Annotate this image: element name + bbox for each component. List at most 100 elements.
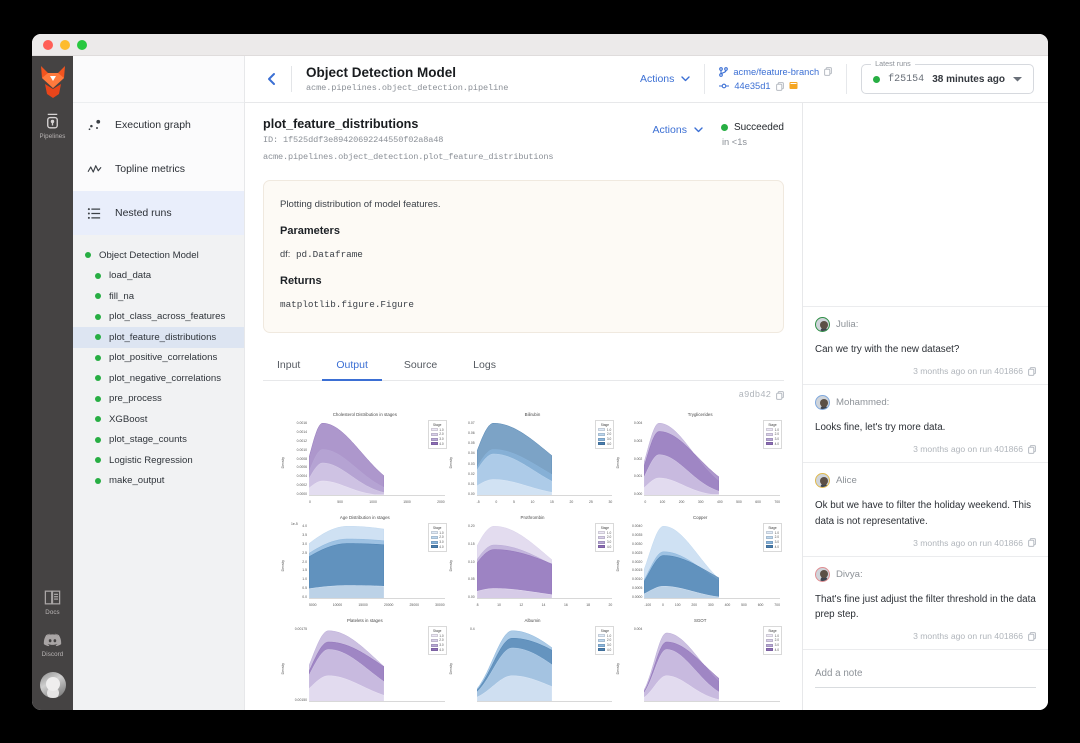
tab-logs[interactable]: Logs — [459, 359, 510, 380]
chevron-left-icon — [266, 72, 278, 86]
run-header: plot_feature_distributions ID: 1f525ddf3… — [263, 117, 784, 162]
chart-legend-title: Stage — [431, 629, 444, 634]
chart-legend-item: 4.0 — [766, 648, 779, 653]
git-branch-row[interactable]: acme/feature-branch — [719, 67, 832, 77]
status-badge: Succeeded in <1s — [721, 122, 784, 147]
topbar-divider-3 — [846, 64, 847, 94]
copy-run-icon[interactable] — [1028, 632, 1036, 641]
legend-swatch — [598, 536, 605, 539]
chart-panel-title: Cholesterol Distribution in stages — [281, 410, 449, 419]
tree-item[interactable]: Object Detection Model — [73, 245, 244, 266]
tree-item[interactable]: plot_stage_counts — [73, 430, 244, 451]
rail-item-docs[interactable]: Docs — [32, 588, 73, 616]
chart-y-ticks: 0.200.150.100.050.00 — [456, 522, 477, 610]
y-tick-label: 0.003 — [623, 439, 642, 443]
y-tick-label: 0.0005 — [623, 586, 642, 590]
rail-item-pipelines[interactable]: Pipelines — [32, 112, 73, 140]
y-tick-label: 2.0 — [288, 560, 307, 564]
latest-runs-selector[interactable]: Latest runs f25154 38 minutes ago — [861, 64, 1034, 94]
legend-label: 4.0 — [439, 648, 443, 653]
y-tick-label: 0.02 — [456, 472, 475, 476]
copy-commit-icon[interactable] — [776, 82, 784, 91]
page-subtitle: acme.pipelines.object_detection.pipeline — [306, 83, 508, 93]
x-tick-label: 300 — [708, 603, 714, 607]
figure-grid: Cholesterol Distribution in stages Densit… — [281, 410, 784, 710]
sidebar-item-execution-graph[interactable]: Execution graph — [73, 103, 244, 147]
comment-timestamp: 3 months ago on run 401866 — [913, 631, 1023, 641]
chart-panel-title: Bilirubin — [449, 410, 617, 419]
chart-x-ticks: 50001000015000200002500030000 — [309, 603, 445, 607]
sidebar-item-topline-metrics[interactable]: Topline metrics — [73, 147, 244, 191]
tree-item[interactable]: plot_positive_correlations — [73, 348, 244, 369]
status-label: Succeeded — [734, 122, 784, 133]
x-tick-label: 500 — [741, 603, 747, 607]
chart-plot-area: -5051015202530Stage1.02.03.04.0 — [477, 419, 617, 507]
doc-parameter-type: pd.Dataframe — [296, 249, 363, 260]
close-icon[interactable] — [43, 40, 53, 50]
avatar — [815, 567, 830, 582]
tree-item[interactable]: plot_feature_distributions — [73, 327, 244, 348]
chart-panel-title: Platelets in stages — [281, 616, 449, 625]
legend-swatch — [766, 545, 773, 548]
tree-item[interactable]: pre_process — [73, 389, 244, 410]
comment-header: Julia: — [815, 317, 1036, 332]
tree-item[interactable]: make_output — [73, 471, 244, 492]
tab-input[interactable]: Input — [263, 359, 314, 380]
avatar — [815, 317, 830, 332]
chart-legend-title: Stage — [766, 526, 779, 531]
chart-panel: AlbuminDensity0.4Stage1.02.03.04.0 — [449, 616, 617, 710]
add-note-input[interactable] — [815, 668, 1036, 688]
x-tick-label: 20 — [609, 603, 613, 607]
copy-run-icon[interactable] — [1028, 538, 1036, 547]
chart-panel-title: Tryglicerides — [616, 410, 784, 419]
chart-x-axis — [644, 495, 780, 496]
comment-list: Julia:Can we try with the new dataset?3 … — [803, 306, 1048, 649]
copy-run-icon[interactable] — [1028, 367, 1036, 376]
chart-panel-title: SGOT — [616, 616, 784, 625]
y-tick-label: 0.05 — [456, 577, 475, 581]
legend-label: 4.0 — [439, 442, 443, 447]
x-tick-label: -5 — [477, 500, 480, 504]
app-window: Pipelines Docs — [32, 34, 1048, 710]
tree-item[interactable]: Logistic Regression — [73, 450, 244, 471]
y-tick-label: 0.0000 — [288, 492, 307, 496]
tree-item[interactable]: fill_na — [73, 286, 244, 307]
output-figure: Cholesterol Distribution in stages Densit… — [263, 410, 784, 710]
run-actions-button[interactable]: Actions — [653, 124, 703, 136]
tree-item-label: XGBoost — [109, 414, 147, 425]
legend-label: 4.0 — [607, 648, 611, 653]
git-commit-row[interactable]: 44e35d1 — [719, 81, 832, 92]
discord-icon — [43, 630, 62, 649]
chart-panel: TrygliceridesDensity0.0040.0030.0020.001… — [616, 410, 784, 513]
chart-x-axis — [644, 598, 780, 599]
chart-panel-title: Albumin — [449, 616, 617, 625]
chart-plot-wrap: Density0.00400.00350.00300.00250.00200.0… — [616, 522, 784, 610]
chart-x-ticks: 8101214161820 — [477, 603, 613, 607]
back-button[interactable] — [259, 66, 285, 92]
y-tick-label: 0.4 — [456, 627, 475, 631]
topbar-actions-button[interactable]: Actions — [626, 73, 704, 85]
maximize-icon[interactable] — [77, 40, 87, 50]
chart-legend-item: 4.0 — [598, 648, 611, 653]
tab-output[interactable]: Output — [322, 359, 382, 380]
y-tick-label: 3.5 — [288, 533, 307, 537]
x-tick-label: 16 — [564, 603, 568, 607]
copy-branch-icon[interactable] — [824, 67, 832, 76]
tree-item[interactable]: XGBoost — [73, 409, 244, 430]
nested-runs-tree: Object Detection Modelload_datafill_napl… — [73, 235, 244, 710]
legend-label: 4.0 — [607, 545, 611, 550]
tree-item[interactable]: plot_negative_correlations — [73, 368, 244, 389]
rail-item-discord[interactable]: Discord — [32, 630, 73, 658]
sidebar-item-nested-runs[interactable]: Nested runs — [73, 191, 244, 235]
chart-legend: Stage1.02.03.04.0 — [595, 420, 614, 449]
tree-item[interactable]: load_data — [73, 266, 244, 287]
legend-swatch — [766, 428, 773, 431]
copy-run-icon[interactable] — [1028, 445, 1036, 454]
copy-artifact-icon[interactable] — [776, 391, 784, 400]
sidebar-item-label: Topline metrics — [115, 163, 185, 175]
tab-source[interactable]: Source — [390, 359, 451, 380]
tree-item[interactable]: plot_class_across_features — [73, 307, 244, 328]
chart-y-ticks: 0.001750.00150 — [288, 625, 309, 710]
avatar[interactable] — [40, 672, 66, 698]
minimize-icon[interactable] — [60, 40, 70, 50]
